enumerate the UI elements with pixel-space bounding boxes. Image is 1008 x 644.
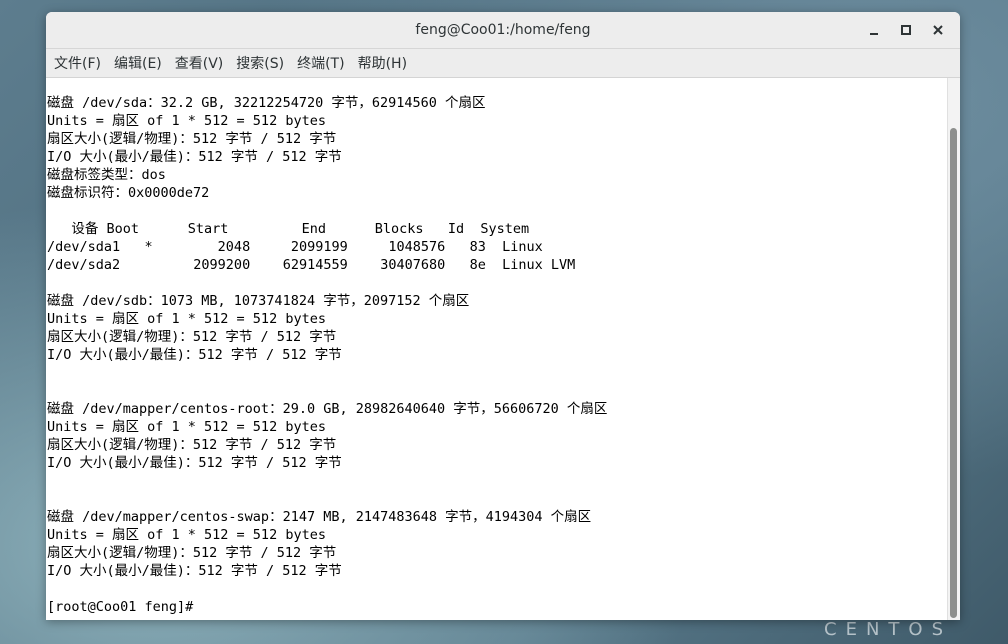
minimize-icon xyxy=(870,33,878,35)
terminal-line: Units = 扇区 of 1 * 512 = 512 bytes xyxy=(47,527,326,543)
terminal-line: 扇区大小(逻辑/物理)：512 字节 / 512 字节 xyxy=(47,437,337,453)
terminal-prompt: [root@Coo01 feng]# xyxy=(47,599,202,615)
terminal-line: /dev/sda2 2099200 62914559 30407680 8e L… xyxy=(47,257,576,273)
terminal-line: I/O 大小(最小/最佳)：512 字节 / 512 字节 xyxy=(47,149,342,165)
menu-view[interactable]: 查看(V) xyxy=(169,50,230,76)
terminal-line: 磁盘 /dev/mapper/centos-root：29.0 GB, 2898… xyxy=(47,401,608,417)
terminal-line: Units = 扇区 of 1 * 512 = 512 bytes xyxy=(47,113,326,129)
minimize-button[interactable] xyxy=(858,12,890,48)
terminal-line: 扇区大小(逻辑/物理)：512 字节 / 512 字节 xyxy=(47,329,337,345)
terminal-line: I/O 大小(最小/最佳)：512 字节 / 512 字节 xyxy=(47,347,342,363)
menu-file[interactable]: 文件(F) xyxy=(48,50,107,76)
window-titlebar[interactable]: feng@Coo01:/home/feng xyxy=(46,12,960,49)
close-icon xyxy=(933,25,943,35)
scrollbar-thumb[interactable] xyxy=(950,128,957,618)
terminal-scrollbar[interactable] xyxy=(947,78,960,620)
terminal-line: 磁盘 /dev/sdb：1073 MB, 1073741824 字节，20971… xyxy=(47,293,470,309)
terminal-line: 磁盘 /dev/mapper/centos-swap：2147 MB, 2147… xyxy=(47,509,592,525)
terminal-line: 扇区大小(逻辑/物理)：512 字节 / 512 字节 xyxy=(47,131,337,147)
terminal-line: 磁盘 /dev/sda：32.2 GB, 32212254720 字节，6291… xyxy=(47,95,486,111)
maximize-button[interactable] xyxy=(890,12,922,48)
terminal-line: I/O 大小(最小/最佳)：512 字节 / 512 字节 xyxy=(47,563,342,579)
terminal-window: feng@Coo01:/home/feng 文件(F) 编辑(E) 查看(V) … xyxy=(46,12,960,620)
menu-help[interactable]: 帮助(H) xyxy=(352,50,413,76)
menu-terminal[interactable]: 终端(T) xyxy=(291,50,350,76)
menubar: 文件(F) 编辑(E) 查看(V) 搜索(S) 终端(T) 帮助(H) xyxy=(46,49,960,78)
menu-search[interactable]: 搜索(S) xyxy=(230,50,290,76)
desktop-brand-label: CENTOS xyxy=(824,619,952,640)
window-title: feng@Coo01:/home/feng xyxy=(415,22,591,38)
terminal-line: Units = 扇区 of 1 * 512 = 512 bytes xyxy=(47,311,326,327)
close-button[interactable] xyxy=(922,12,954,48)
terminal-line: /dev/sda1 * 2048 2099199 1048576 83 Linu… xyxy=(47,239,543,255)
terminal-line: I/O 大小(最小/最佳)：512 字节 / 512 字节 xyxy=(47,455,342,471)
terminal-output[interactable]: 磁盘 /dev/sda：32.2 GB, 32212254720 字节，6291… xyxy=(46,78,948,620)
terminal-line: 磁盘标识符：0x0000de72 xyxy=(47,185,210,201)
terminal-line: Units = 扇区 of 1 * 512 = 512 bytes xyxy=(47,419,326,435)
terminal-line: 设备 Boot Start End Blocks Id System xyxy=(47,221,530,237)
terminal-line: 扇区大小(逻辑/物理)：512 字节 / 512 字节 xyxy=(47,545,337,561)
maximize-icon xyxy=(901,25,911,35)
terminal-line: 磁盘标签类型：dos xyxy=(47,167,166,183)
menu-edit[interactable]: 编辑(E) xyxy=(108,50,168,76)
